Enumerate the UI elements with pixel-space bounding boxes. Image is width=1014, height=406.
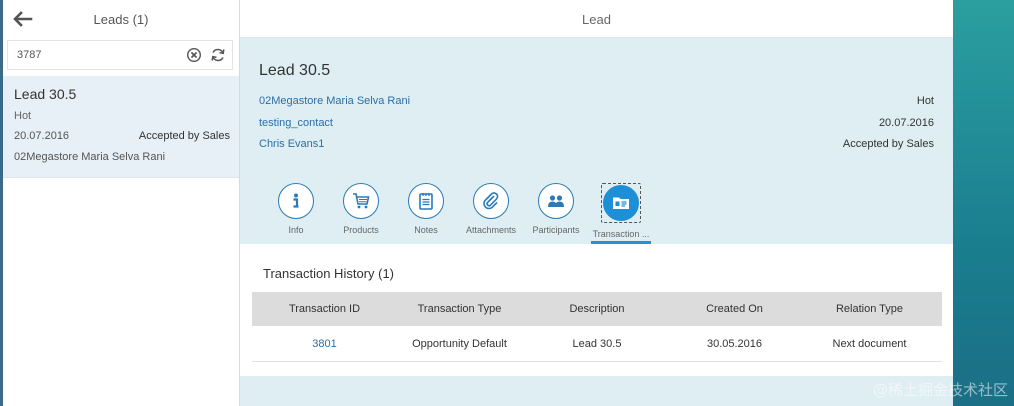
column-header: Description: [569, 303, 625, 315]
table-cell: 30.05.2016: [706, 337, 763, 350]
account-link[interactable]: 02Megastore Maria Selva Rani: [259, 95, 410, 107]
lead-item-title: Lead 30.5: [14, 86, 77, 102]
master-title: Leads (1): [93, 12, 149, 27]
transaction-id-link[interactable]: 3801: [252, 326, 397, 361]
table-cell: Opportunity Default: [412, 337, 507, 350]
search-field[interactable]: 3787: [7, 40, 233, 70]
paperclip-icon: [483, 192, 499, 210]
people-icon: [548, 195, 564, 207]
refresh-button[interactable]: [210, 47, 226, 63]
tab-transaction-label: Transaction ...: [592, 229, 650, 239]
transaction-table: Transaction ID Transaction Type Descript…: [252, 292, 942, 362]
master-header: Leads (1): [3, 0, 239, 38]
lead-list-item[interactable]: Lead 30.5 Hot 20.07.2016 Accepted by Sal…: [3, 76, 239, 178]
section-title: Transaction History (1): [263, 266, 394, 281]
search-input[interactable]: 3787: [17, 49, 41, 61]
cart-icon: [353, 193, 370, 209]
clear-search-button[interactable]: [186, 47, 202, 63]
tab-focus-outline: [601, 183, 641, 223]
lead-item-status: Accepted by Sales: [138, 130, 230, 142]
table-cell: Next document: [832, 337, 907, 350]
lead-item-account: 02Megastore Maria Selva Rani: [14, 151, 166, 163]
tab-participants-label: Participants: [532, 225, 580, 235]
tab-transaction-circle: [603, 185, 639, 221]
contact-link[interactable]: testing_contact: [259, 117, 333, 129]
tab-attachments-label: Attachments: [465, 225, 517, 235]
column-header: Relation Type: [835, 303, 904, 315]
tab-notes[interactable]: Notes: [396, 183, 456, 235]
tab-attachments-circle: [473, 183, 509, 219]
background-strip: [953, 0, 1014, 406]
column-header: Transaction Type: [417, 303, 502, 315]
tab-info-circle: [278, 183, 314, 219]
tab-products-label: Products: [343, 225, 379, 235]
status-attribute: Accepted by Sales: [842, 138, 934, 150]
detail-title: Lead: [582, 12, 611, 27]
tab-products-circle: [343, 183, 379, 219]
tab-transaction-history[interactable]: Transaction ...: [591, 183, 651, 244]
lead-item-date: 20.07.2016: [14, 130, 70, 142]
table-cell: Lead 30.5: [572, 337, 622, 350]
tab-notes-label: Notes: [414, 225, 438, 235]
info-icon: [293, 193, 299, 208]
transaction-history-section: Transaction History (1) Transaction ID T…: [240, 244, 953, 376]
tab-attachments[interactable]: Attachments: [461, 183, 521, 235]
priority-attribute: Hot: [916, 95, 934, 107]
detail-header: Lead: [240, 0, 953, 38]
lead-item-priority: Hot: [14, 110, 32, 122]
date-attribute: 20.07.2016: [878, 117, 934, 129]
transaction-icon: [613, 197, 629, 209]
footer-band: [240, 376, 953, 406]
watermark-text: @稀土掘金技术社区: [872, 381, 1008, 399]
object-title: Lead 30.5: [259, 62, 331, 79]
tab-participants[interactable]: Participants: [526, 183, 586, 235]
master-list-pane: Leads (1) 3787 Lead 30.5 Hot 20.07.2016 …: [0, 0, 240, 406]
object-header: Lead 30.5 02Megastore Maria Selva Rani t…: [240, 38, 953, 244]
tab-products[interactable]: Products: [331, 183, 391, 235]
table-header: Transaction ID Transaction Type Descript…: [252, 292, 942, 326]
notes-icon: [419, 193, 433, 210]
clear-icon: [186, 47, 202, 63]
tab-info[interactable]: Info: [266, 183, 326, 235]
refresh-icon: [211, 48, 225, 62]
column-header: Transaction ID: [288, 303, 361, 315]
tab-info-label: Info: [288, 225, 304, 235]
tab-notes-circle: [408, 183, 444, 219]
employee-link[interactable]: Chris Evans1: [259, 138, 324, 150]
column-header: Created On: [706, 303, 763, 315]
tab-participants-circle: [538, 183, 574, 219]
detail-pane: Lead Lead 30.5 02Megastore Maria Selva R…: [240, 0, 953, 406]
table-row[interactable]: 3801 Opportunity Default Lead 30.5 30.05…: [252, 326, 942, 362]
